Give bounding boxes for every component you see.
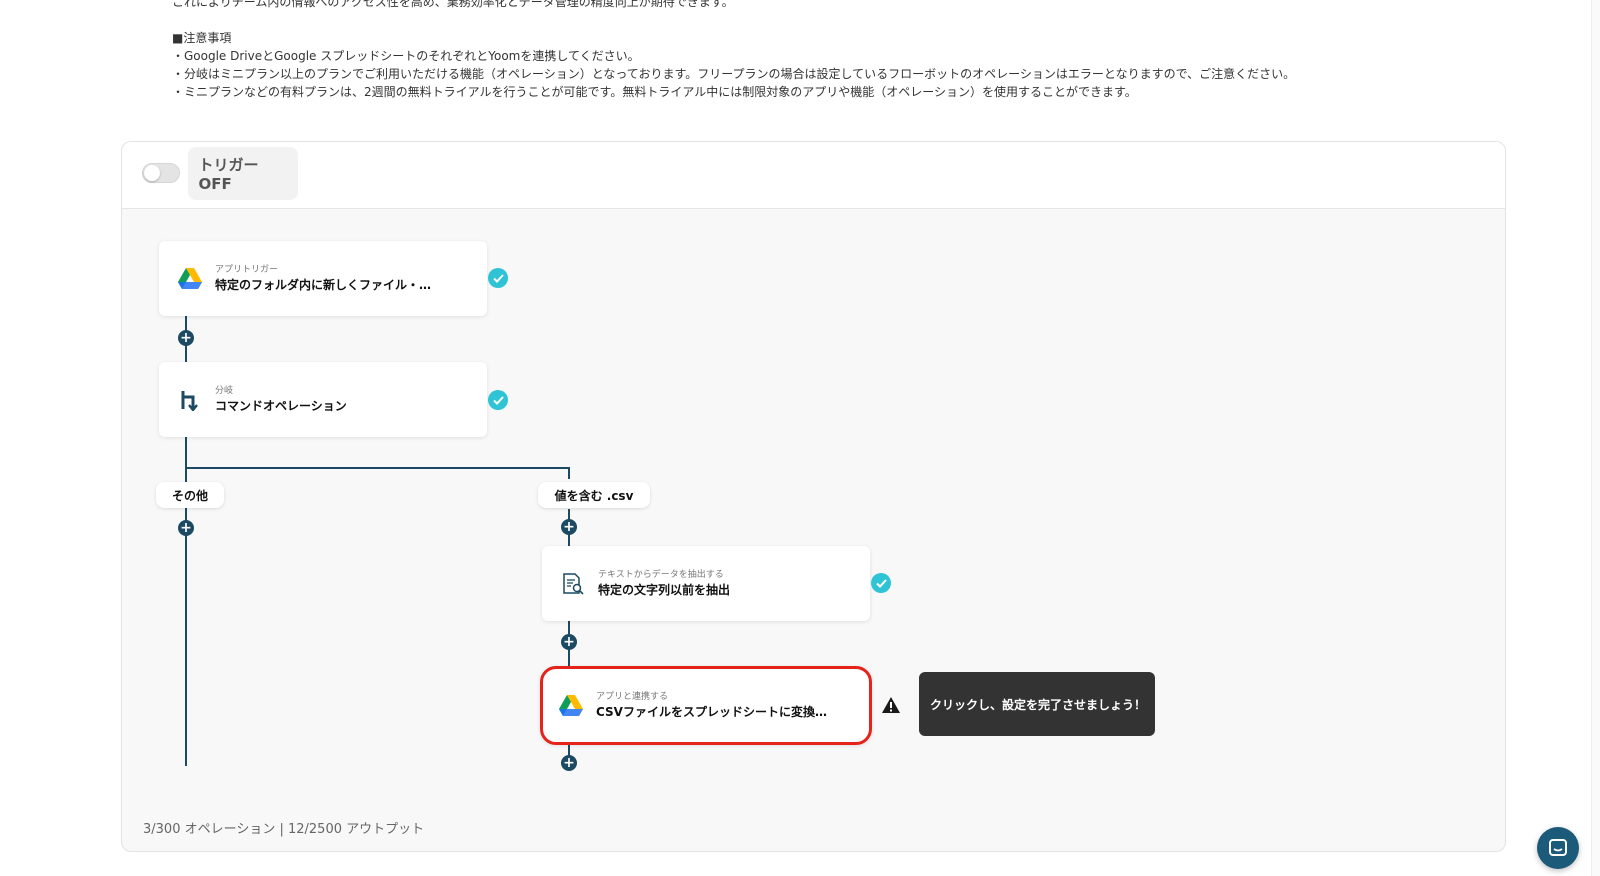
flow-canvas: アプリトリガー 特定のフォルダ内に新しくファイル・… + 分岐 コマンドオペレー…	[122, 209, 1505, 851]
description-text: これによりチーム内の情報へのアクセス性を高め、業務効率化とデータ管理の精度向上が…	[172, 0, 1295, 101]
description-line: ・ミニプランなどの有料プランは、2週間の無料トライアルを行うことが可能です。無料…	[172, 85, 1137, 99]
google-drive-icon	[558, 693, 584, 719]
description-line: これによりチーム内の情報へのアクセス性を高め、業務効率化とデータ管理の精度向上が…	[172, 0, 734, 9]
connector-line	[185, 467, 569, 469]
node-type: アプリトリガー	[215, 264, 279, 275]
setup-tooltip: クリックし、設定を完了させましょう！	[919, 672, 1155, 736]
trigger-toggle[interactable]	[142, 163, 181, 183]
tooltip-text: クリックし、設定を完了させましょう！	[930, 697, 1147, 712]
node-type: 分岐	[215, 385, 234, 396]
description-line: ・分岐はミニプラン以上のプランでご利用いただける機能（オペレーション）となってお…	[172, 67, 1296, 81]
add-step-button[interactable]: +	[561, 634, 577, 650]
node-title: コマンドオペレーション	[215, 398, 347, 413]
node-title: 特定の文字列以前を抽出	[598, 582, 731, 597]
text-extract-icon	[560, 571, 586, 597]
flow-node-trigger[interactable]: アプリトリガー 特定のフォルダ内に新しくファイル・…	[159, 241, 487, 316]
branch-label-other[interactable]: その他	[156, 482, 224, 508]
branch-icon	[177, 387, 203, 413]
chat-support-button[interactable]	[1537, 827, 1579, 869]
usage-summary: 3/300 オペレーション | 12/2500 アウトプット	[143, 822, 425, 837]
description-gap	[172, 11, 1295, 29]
add-step-button[interactable]: +	[561, 755, 577, 771]
branch-label-csv[interactable]: 値を含む .csv	[538, 482, 650, 508]
panel-header: トリガーOFF	[122, 142, 1505, 209]
description-line: ・Google DriveとGoogle スプレッドシートのそれぞれとYoomを…	[172, 49, 640, 63]
trigger-status-label: トリガーOFF	[188, 146, 298, 200]
complete-check-icon	[488, 390, 508, 410]
add-step-button[interactable]: +	[561, 519, 577, 535]
add-step-button[interactable]: +	[178, 330, 194, 346]
node-type: テキストからデータを抽出する	[598, 569, 724, 580]
description-line: ■注意事項	[172, 31, 232, 45]
complete-check-icon	[871, 573, 891, 593]
flow-node-convert-csv[interactable]: アプリと連携する CSVファイルをスプレッドシートに変換…	[540, 666, 872, 745]
google-drive-icon	[177, 266, 203, 292]
trigger-toggle-group[interactable]: トリガーOFF	[142, 146, 298, 200]
chat-icon	[1549, 839, 1567, 856]
node-title: 特定のフォルダ内に新しくファイル・…	[215, 277, 432, 292]
node-title: CSVファイルをスプレッドシートに変換…	[596, 704, 827, 719]
connector-line	[568, 467, 570, 479]
flow-node-extract[interactable]: テキストからデータを抽出する 特定の文字列以前を抽出	[542, 546, 870, 621]
complete-check-icon	[488, 268, 508, 288]
flowbot-panel: トリガーOFF アプリトリガー 特定のフォルダ内に新しくファイル・… + 分岐 …	[121, 141, 1506, 852]
add-step-button[interactable]: +	[178, 520, 194, 536]
flow-node-branch[interactable]: 分岐 コマンドオペレーション	[159, 362, 487, 437]
page-scrollbar[interactable]	[1591, 0, 1600, 876]
warning-icon	[882, 697, 900, 713]
toggle-knob	[144, 165, 160, 181]
node-type: アプリと連携する	[596, 691, 669, 702]
